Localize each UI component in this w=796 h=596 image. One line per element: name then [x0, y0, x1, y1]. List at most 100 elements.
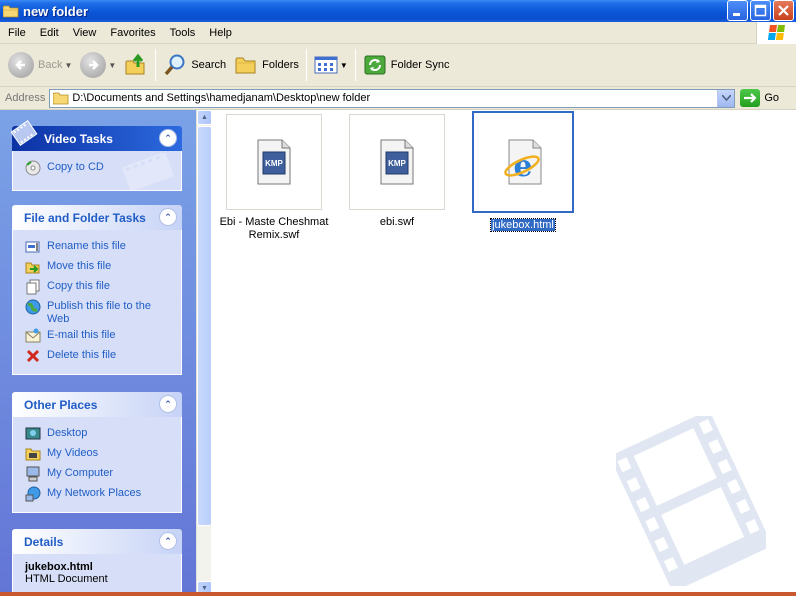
- task-move-file[interactable]: Move this file: [25, 257, 171, 277]
- file-tasks-title: File and Folder Tasks: [24, 210, 146, 225]
- file-item-selected[interactable]: e jukebox.html: [468, 111, 578, 232]
- task-email-file[interactable]: E-mail this file: [25, 326, 171, 346]
- go-arrow-icon: [740, 89, 761, 107]
- minimize-button[interactable]: [727, 0, 748, 21]
- film-watermark-icon: [616, 416, 766, 586]
- search-button[interactable]: Search: [159, 48, 230, 82]
- chevron-down-icon[interactable]: ▼: [340, 61, 348, 70]
- address-input[interactable]: D:\Documents and Settings\hamedjanam\Des…: [49, 88, 736, 108]
- task-rename-file[interactable]: Rename this file: [25, 237, 171, 257]
- computer-icon: [26, 466, 40, 482]
- toolbar-separator: [354, 49, 356, 81]
- svg-text:KMP: KMP: [388, 159, 406, 168]
- address-bar: Address D:\Documents and Settings\hamedj…: [0, 87, 796, 110]
- go-button[interactable]: Go: [740, 89, 779, 107]
- maximize-button[interactable]: [750, 0, 771, 21]
- toolbar-separator: [155, 49, 157, 81]
- place-my-network[interactable]: My Network Places: [25, 484, 171, 504]
- file-thumbnail[interactable]: e: [472, 111, 574, 213]
- folder-sync-button[interactable]: Folder Sync: [359, 48, 454, 82]
- task-delete-file[interactable]: Delete this file: [25, 346, 171, 366]
- address-value: D:\Documents and Settings\hamedjanam\Des…: [72, 92, 371, 104]
- menu-tools[interactable]: Tools: [163, 27, 203, 39]
- file-tasks-panel: File and Folder Tasks ⌃ Rename this file…: [12, 205, 182, 375]
- film-strip-icon: [10, 120, 38, 146]
- toolbar-separator: [305, 49, 307, 81]
- address-label: Address: [5, 92, 46, 104]
- place-my-computer[interactable]: My Computer: [25, 464, 171, 484]
- place-label: My Network Places: [47, 487, 142, 499]
- copy-file-icon: [26, 279, 40, 295]
- chevron-down-icon: [721, 95, 731, 101]
- chevron-up-icon[interactable]: ⌃: [159, 129, 177, 147]
- place-label: Desktop: [47, 427, 88, 439]
- scroll-thumb[interactable]: [197, 126, 212, 526]
- forward-arrow-icon: [80, 52, 107, 78]
- file-name: Ebi - Maste Cheshmat Remix.swf: [219, 216, 329, 241]
- folder-sync-label: Folder Sync: [390, 59, 450, 71]
- folders-icon: [235, 57, 256, 74]
- search-label: Search: [191, 59, 227, 71]
- task-label: Move this file: [47, 260, 112, 272]
- place-desktop[interactable]: Desktop: [25, 424, 171, 444]
- back-button[interactable]: Back ▼: [4, 48, 76, 82]
- menu-bar: File Edit View Favorites Tools Help: [0, 22, 796, 44]
- menu-edit[interactable]: Edit: [33, 27, 66, 39]
- taskbar-edge: [0, 592, 796, 596]
- file-thumbnail[interactable]: KMP: [349, 114, 445, 210]
- menu-view[interactable]: View: [66, 27, 104, 39]
- up-folder-button[interactable]: [120, 48, 152, 82]
- other-places-header[interactable]: Other Places ⌃: [12, 392, 182, 417]
- chevron-up-icon[interactable]: ⌃: [159, 532, 177, 550]
- my-videos-icon: [25, 448, 41, 461]
- menu-file[interactable]: File: [0, 27, 33, 39]
- folders-button[interactable]: Folders: [230, 48, 303, 82]
- task-copy-to-cd[interactable]: Copy to CD: [25, 158, 171, 178]
- details-header[interactable]: Details ⌃: [12, 529, 182, 554]
- task-pane-scrollbar[interactable]: ▲ ▼: [196, 110, 212, 596]
- windows-logo-icon: [756, 22, 796, 44]
- file-thumbnail[interactable]: KMP: [226, 114, 322, 210]
- menu-help[interactable]: Help: [202, 27, 239, 39]
- chevron-up-icon[interactable]: ⌃: [159, 395, 177, 413]
- task-pane: Video Tasks ⌃ Copy to CD File and Folder…: [0, 110, 196, 596]
- file-item[interactable]: KMP ebi.swf: [342, 114, 452, 229]
- close-button[interactable]: [773, 0, 794, 21]
- file-tasks-header[interactable]: File and Folder Tasks ⌃: [12, 205, 182, 230]
- place-my-videos[interactable]: My Videos: [25, 444, 171, 464]
- task-publish-web[interactable]: Publish this file to the Web: [25, 297, 171, 326]
- title-bar: new folder: [0, 0, 796, 22]
- address-dropdown-button[interactable]: [717, 89, 735, 107]
- task-label: Copy this file: [47, 280, 110, 292]
- chevron-down-icon[interactable]: ▼: [108, 61, 116, 70]
- place-label: My Videos: [47, 447, 99, 459]
- place-label: My Computer: [47, 467, 114, 479]
- back-label: Back: [38, 59, 63, 71]
- chevron-up-icon[interactable]: ⌃: [159, 208, 177, 226]
- file-item[interactable]: KMP Ebi - Maste Cheshmat Remix.swf: [219, 114, 329, 242]
- file-view[interactable]: KMP Ebi - Maste Cheshmat Remix.swf KMP e…: [211, 110, 796, 596]
- video-tasks-header[interactable]: Video Tasks ⌃: [10, 120, 182, 151]
- details-file-type: HTML Document: [25, 573, 108, 585]
- internet-explorer-icon: e: [504, 139, 542, 185]
- task-label: Delete this file: [47, 349, 117, 361]
- task-label: E-mail this file: [47, 329, 116, 341]
- video-tasks-body: Copy to CD: [12, 151, 182, 191]
- file-name: jukebox.html: [490, 218, 556, 232]
- folder-sync-icon: [364, 55, 386, 75]
- menu-favorites[interactable]: Favorites: [103, 27, 162, 39]
- views-button[interactable]: ▼: [310, 48, 352, 82]
- views-icon: [314, 56, 338, 74]
- chevron-down-icon[interactable]: ▼: [64, 61, 72, 70]
- details-file-name: jukebox.html: [25, 561, 93, 573]
- svg-text:e: e: [513, 149, 532, 184]
- task-label: Copy to CD: [47, 161, 104, 173]
- back-arrow-icon: [8, 52, 34, 78]
- folder-icon: [53, 92, 69, 104]
- scroll-up-button[interactable]: ▲: [197, 110, 212, 125]
- forward-button[interactable]: ▼: [76, 48, 120, 82]
- task-copy-file[interactable]: Copy this file: [25, 277, 171, 297]
- cd-icon: [25, 160, 41, 176]
- up-folder-icon: [125, 53, 145, 75]
- details-panel: Details ⌃ jukebox.html HTML Document: [12, 529, 182, 596]
